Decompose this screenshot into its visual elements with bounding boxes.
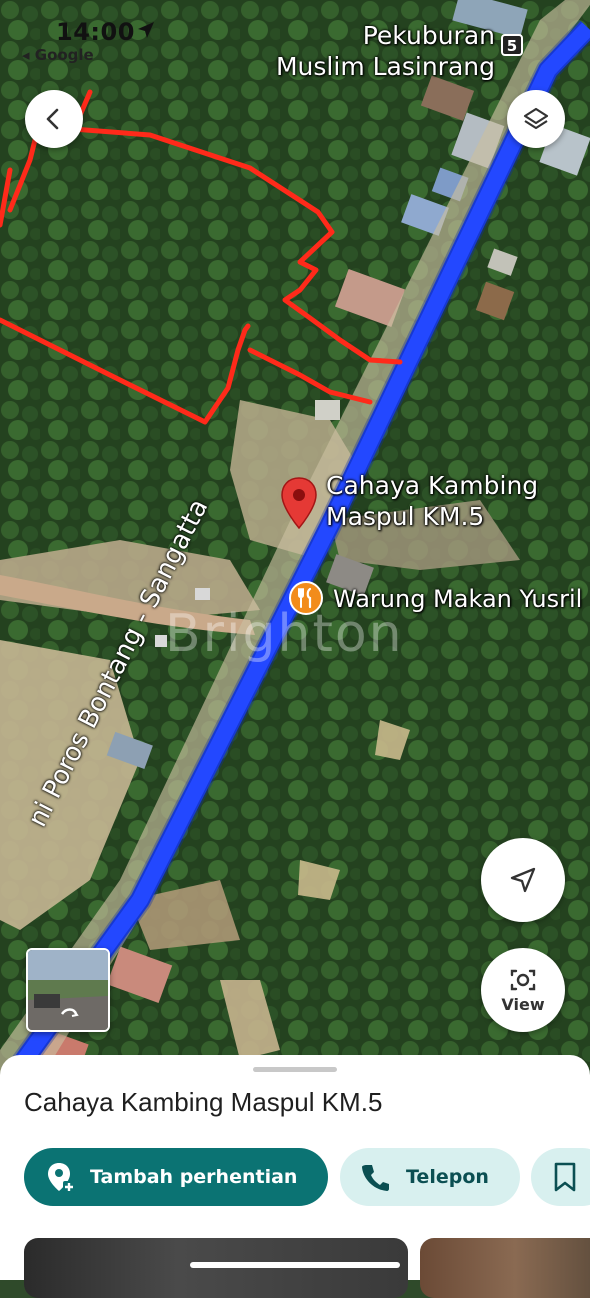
view-button[interactable]: View: [481, 948, 565, 1032]
satellite-map[interactable]: 14:00 ◂ Google Pekuburan Muslim Lasinran…: [0, 0, 590, 1080]
red-map-pin-icon[interactable]: [280, 476, 318, 530]
place-photo-2[interactable]: [420, 1238, 590, 1298]
phone-icon: [362, 1165, 389, 1191]
layers-icon: [523, 107, 549, 130]
add-stop-pin-icon: [48, 1163, 75, 1193]
map-label-place[interactable]: Cahaya Kambing Maspul KM.5: [326, 470, 538, 532]
map-label-cemetery[interactable]: Pekuburan Muslim Lasinrang: [276, 20, 495, 82]
route-shield-icon: 5: [501, 34, 523, 56]
back-button[interactable]: [25, 90, 83, 148]
street-view-thumbnail[interactable]: [26, 948, 110, 1032]
place-name-label: Cahaya Kambing Maspul KM.5: [326, 471, 539, 531]
cemetery-name: Pekuburan Muslim Lasinrang: [275, 21, 495, 81]
call-label: Telepon: [406, 1166, 489, 1188]
back-arrow-icon: [46, 108, 59, 130]
bookmark-icon: [554, 1162, 576, 1192]
add-stop-label: Tambah perhentian: [90, 1166, 298, 1188]
add-stop-button[interactable]: Tambah perhentian: [24, 1148, 328, 1206]
camera-icon: [510, 969, 536, 990]
navigation-button[interactable]: [481, 838, 565, 922]
place-photo-1[interactable]: [24, 1238, 408, 1298]
street-view-image: [28, 950, 108, 1030]
status-bar-time: 14:00: [56, 18, 135, 46]
back-to-source-label[interactable]: ◂ Google: [22, 46, 94, 64]
location-arrow-icon: [138, 22, 154, 38]
map-imagery: [0, 0, 590, 1080]
call-button[interactable]: Telepon: [340, 1148, 520, 1206]
place-title: Cahaya Kambing Maspul KM.5: [24, 1087, 383, 1117]
home-indicator[interactable]: [190, 1262, 400, 1268]
navigation-arrow-icon: [510, 867, 536, 893]
layers-button[interactable]: [507, 90, 565, 148]
sheet-drag-handle[interactable]: [253, 1067, 337, 1072]
watermark: Brighton: [165, 604, 404, 664]
route-shield-number: 5: [507, 37, 517, 55]
save-button[interactable]: [531, 1148, 590, 1206]
view-button-label: View: [501, 994, 545, 1014]
